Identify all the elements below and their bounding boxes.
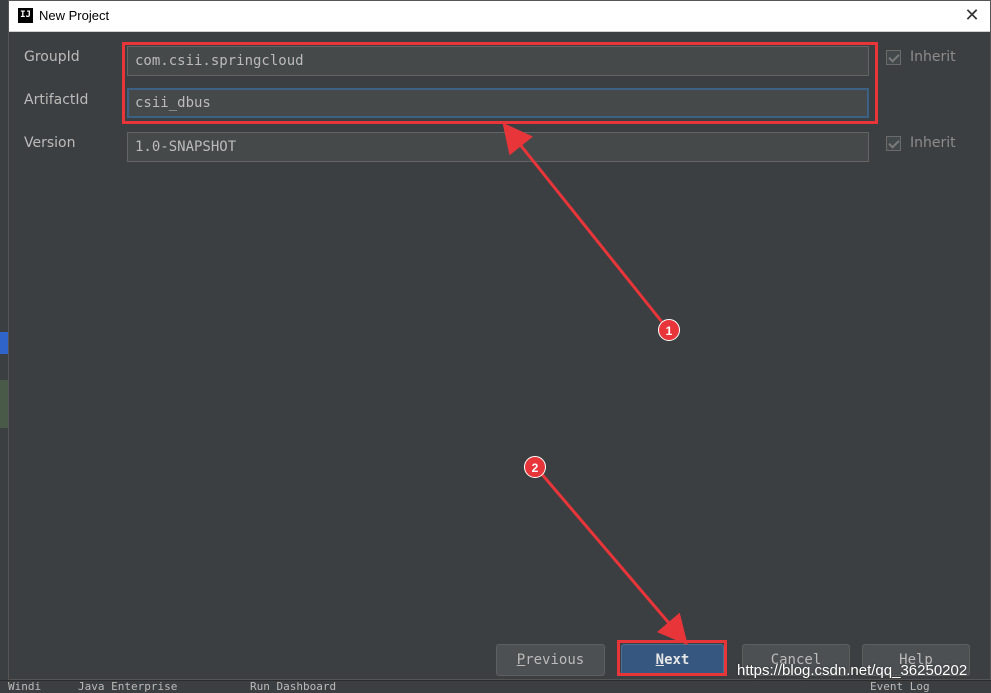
background-ide-toolwindow-bar: Windi Java Enterprise Run Dashboard Even… xyxy=(0,680,991,693)
toolwindow-tab[interactable]: Java Enterprise xyxy=(78,680,177,693)
inherit-label: Inherit xyxy=(910,49,956,65)
groupid-input[interactable]: com.csii.springcloud xyxy=(127,46,869,76)
previous-button[interactable]: Previous xyxy=(496,644,605,676)
artifactid-input[interactable]: csii_dbus xyxy=(127,88,869,118)
toolwindow-tab[interactable]: Event Log xyxy=(870,680,930,693)
previous-mnemonic: P xyxy=(516,652,526,668)
next-mnemonic: N xyxy=(655,652,665,668)
close-icon[interactable]: ✕ xyxy=(960,4,984,28)
watermark: https://blog.csdn.net/qq_36250202 xyxy=(737,662,968,679)
checkmark-icon xyxy=(886,135,901,151)
version-inherit-checkbox[interactable]: Inherit xyxy=(886,135,956,151)
inherit-label: Inherit xyxy=(910,135,956,151)
dialog-title: New Project xyxy=(39,8,110,23)
annotation-badge-1: 1 xyxy=(658,319,680,341)
checkmark-icon xyxy=(886,49,901,65)
toolwindow-tab[interactable]: Windi xyxy=(8,680,41,693)
intellij-icon: IJ xyxy=(18,8,33,23)
version-label: Version xyxy=(24,135,76,151)
artifactid-label: ArtifactId xyxy=(24,92,89,108)
previous-label: revious xyxy=(525,652,585,668)
version-input[interactable]: 1.0-SNAPSHOT xyxy=(127,132,869,162)
groupid-label: GroupId xyxy=(24,49,80,65)
toolwindow-tab[interactable]: Run Dashboard xyxy=(250,680,336,693)
new-project-dialog: IJ New Project ✕ GroupId com.csii.spring… xyxy=(8,0,991,680)
groupid-inherit-checkbox[interactable]: Inherit xyxy=(886,49,956,65)
next-button[interactable]: Next xyxy=(621,644,724,676)
annotation-badge-2: 2 xyxy=(524,456,546,478)
title-bar[interactable]: IJ New Project ✕ xyxy=(9,1,990,32)
next-label: ext xyxy=(664,652,690,668)
